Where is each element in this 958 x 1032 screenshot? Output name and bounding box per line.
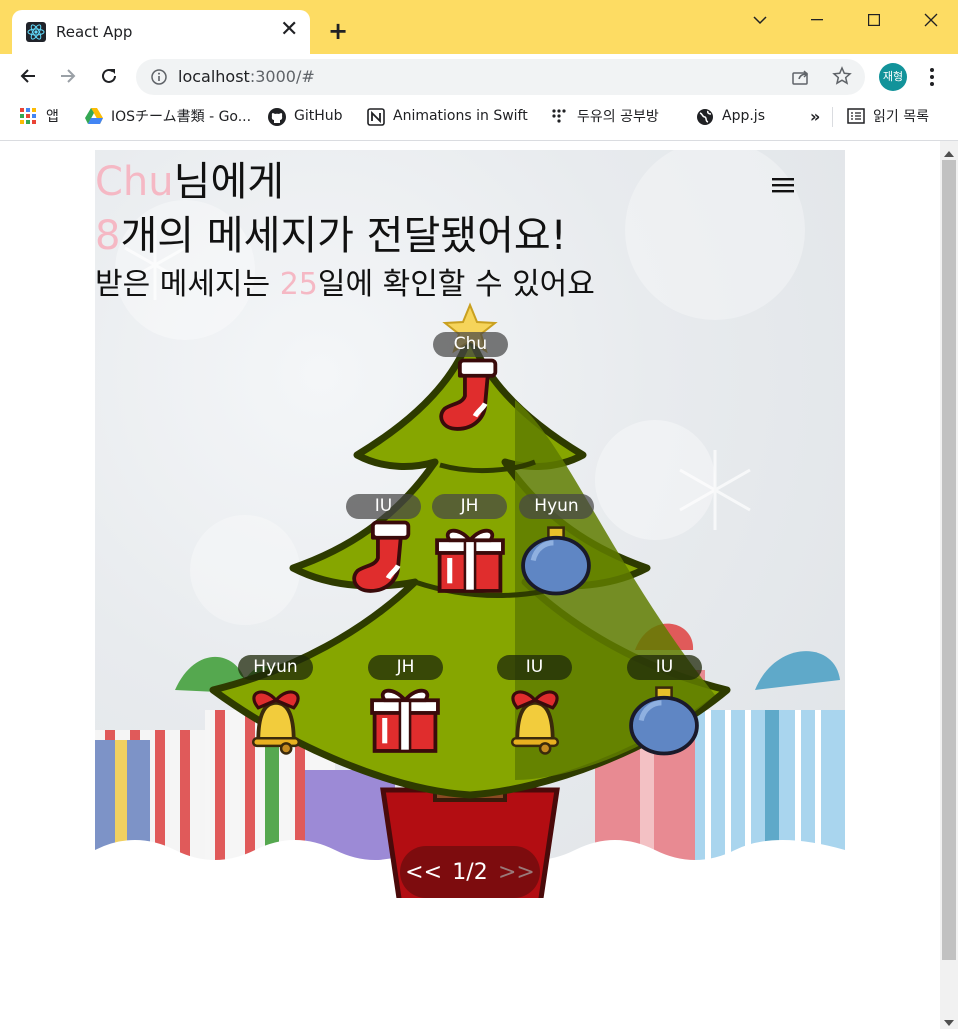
bookmark-github[interactable]: GitHub	[268, 104, 343, 128]
reading-list-button[interactable]: 읽기 목록	[847, 104, 929, 128]
forward-icon[interactable]	[55, 63, 81, 89]
recipient-heading: Chu님에게	[95, 158, 284, 206]
ornament-name-tag[interactable]: IU	[627, 655, 702, 680]
gift-icon[interactable]	[432, 520, 508, 600]
days-remaining-text: 받은 메세지는 25일에 확인할 수 있어요	[95, 266, 595, 304]
url-text[interactable]: localhost:3000/#	[178, 67, 315, 86]
github-icon	[268, 108, 286, 126]
bell-icon[interactable]	[497, 680, 573, 760]
close-tab-icon[interactable]: ✕	[280, 18, 298, 42]
days-prefix: 받은 메세지는	[95, 267, 280, 302]
message-count-text: 개의 메세지가 전달됐어요!	[120, 213, 567, 259]
message-count: 8	[95, 213, 121, 259]
bookmark-study[interactable]: 두유의 공부방	[551, 104, 659, 128]
bookmark-label: GitHub	[294, 108, 343, 124]
stocking-icon[interactable]	[432, 358, 508, 438]
share-icon[interactable]	[791, 67, 811, 91]
ornament-name-tag[interactable]: Hyun	[519, 494, 594, 519]
browser-tab[interactable]: React App ✕	[12, 10, 310, 54]
globe-icon	[696, 108, 713, 125]
browser-menu-icon[interactable]	[922, 66, 942, 88]
bookmark-animations[interactable]: Animations in Swift	[367, 104, 528, 128]
recipient-name: Chu	[95, 159, 174, 205]
recipient-suffix: 님에게	[173, 159, 285, 205]
reload-icon[interactable]	[96, 63, 122, 89]
scroll-up-icon[interactable]	[943, 144, 955, 163]
bookmarks-divider	[832, 107, 833, 127]
back-icon[interactable]	[15, 63, 41, 89]
ornament-name-tag[interactable]: Chu	[433, 332, 508, 357]
profile-avatar[interactable]: 재형	[879, 63, 907, 91]
gift-icon[interactable]	[367, 680, 443, 760]
bookmarks-overflow-button[interactable]: »	[810, 104, 820, 128]
scroll-down-icon[interactable]	[943, 1013, 955, 1032]
ornament-name-tag[interactable]: JH	[368, 655, 443, 680]
scrollbar-thumb[interactable]	[942, 160, 956, 960]
bookmark-apps[interactable]: 앱	[20, 104, 59, 128]
ornament-name-tag[interactable]: IU	[346, 494, 421, 519]
message-count-heading: 8개의 메세지가 전달됐어요!	[95, 212, 567, 260]
bell-icon[interactable]	[238, 680, 314, 760]
page-indicator: 1/2	[452, 859, 488, 885]
ornament-name-tag[interactable]: JH	[432, 494, 507, 519]
pagination: << 1/2 >>	[400, 846, 540, 898]
bookmark-label: 두유의 공부방	[577, 109, 659, 125]
prev-page-button[interactable]: <<	[405, 860, 442, 885]
bookmark-star-icon[interactable]	[832, 66, 852, 90]
tab-search-icon[interactable]	[731, 0, 788, 40]
minimize-icon[interactable]	[788, 0, 845, 40]
days-suffix: 일에 확인할 수 있어요	[317, 267, 595, 302]
new-tab-icon[interactable]: +	[328, 18, 348, 44]
bauble-icon[interactable]	[626, 680, 702, 760]
bauble-icon[interactable]	[518, 520, 594, 600]
next-page-button[interactable]: >>	[498, 860, 535, 885]
bookmark-ios-docs[interactable]: IOSチーム書類 - Go...	[85, 104, 251, 128]
notion-icon	[367, 108, 385, 126]
hamburger-menu-icon[interactable]	[770, 174, 796, 196]
address-bar[interactable]: localhost:3000/#	[136, 59, 865, 95]
google-drive-icon	[85, 108, 103, 124]
maximize-icon[interactable]	[845, 0, 902, 40]
stocking-icon[interactable]	[345, 520, 421, 600]
bookmark-label: Animations in Swift	[393, 108, 528, 124]
react-icon	[26, 22, 46, 42]
dots-icon	[551, 108, 567, 124]
days-value: 25	[279, 267, 318, 302]
ornament-name-tag[interactable]: Hyun	[238, 655, 313, 680]
bookmark-appjs[interactable]: App.js	[696, 104, 765, 128]
bookmark-label: 앱	[46, 109, 59, 125]
ornament-name-tag[interactable]: IU	[497, 655, 572, 680]
bookmark-label: App.js	[722, 108, 765, 124]
reading-list-icon	[847, 108, 865, 124]
tab-title: React App	[56, 23, 133, 41]
reading-list-label: 읽기 목록	[873, 109, 929, 125]
site-info-icon[interactable]	[150, 68, 168, 90]
bookmark-label: IOSチーム書類 - Go...	[111, 109, 252, 125]
apps-icon	[20, 108, 36, 124]
close-window-icon[interactable]	[902, 0, 958, 40]
